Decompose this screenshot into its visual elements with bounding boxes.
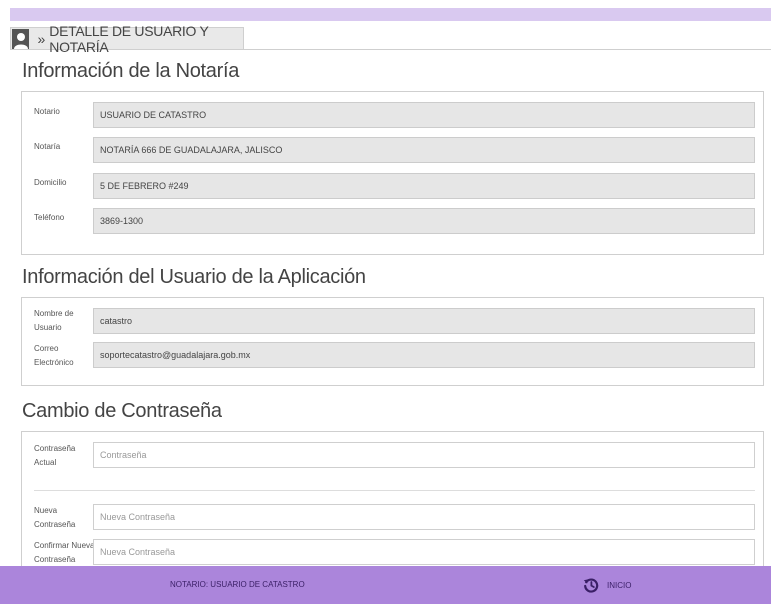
new-password-input[interactable]: Nueva Contraseña [93,504,755,530]
domicilio-label: Domicilio [34,178,67,187]
confirm-password-label: Confirmar Nueva Contraseña [34,541,95,564]
new-password-label: Nueva Contraseña [34,506,76,529]
notario-label: Notario [34,107,60,116]
usuario-panel: Nombre de Usuario catastro Correo Electrón… [21,297,764,386]
correo-field: soportecatastro@guadalajara.gob.mx [93,342,755,368]
notaria-label: Notaría [34,142,61,151]
confirm-password-input[interactable]: Nueva Contraseña [93,539,755,565]
breadcrumb: » DETALLE DE USUARIO Y NOTARÍA [10,23,771,55]
notaria-field: NOTARÍA 666 DE GUADALAJARA, JALISCO [93,137,755,163]
password-section-title: Cambio de Contraseña [22,400,222,422]
current-password-label: Contraseña Actual [34,444,76,467]
password-divider [34,490,755,491]
home-button[interactable]: INICIO [583,566,631,604]
password-panel: Contraseña Actual Contraseña Nueva Contras… [21,431,764,571]
telefono-field: 3869-1300 [93,208,755,234]
footer-user-text: NOTARIO: USUARIO DE CATASTRO [170,580,305,589]
correo-label: Correo Electrónico [34,344,74,367]
footer-bar: NOTARIO: USUARIO DE CATASTRO INICIO [0,566,771,604]
notaria-section-title: Información de la Notaría [22,60,240,82]
user-icon [12,28,30,49]
current-password-input[interactable]: Contraseña [93,442,755,468]
nombre-usuario-label: Nombre de Usuario [34,309,74,332]
domicilio-field: 5 DE FEBRERO #249 [93,173,755,199]
home-label: INICIO [607,580,632,590]
nombre-usuario-field: catastro [93,308,755,334]
top-accent-bar [10,8,771,21]
breadcrumb-separator: » [37,30,46,47]
notario-field: USUARIO DE CATASTRO [93,102,755,128]
breadcrumb-title: DETALLE DE USUARIO Y NOTARÍA [49,22,209,55]
notaria-panel: Notario USUARIO DE CATASTRO Notaría NOTA… [21,91,764,255]
telefono-label: Teléfono [34,213,65,222]
usuario-section-title: Información del Usuario de la Aplicación [22,266,366,288]
history-icon [583,578,599,593]
breadcrumb-tab: » DETALLE DE USUARIO Y NOTARÍA [10,23,244,55]
